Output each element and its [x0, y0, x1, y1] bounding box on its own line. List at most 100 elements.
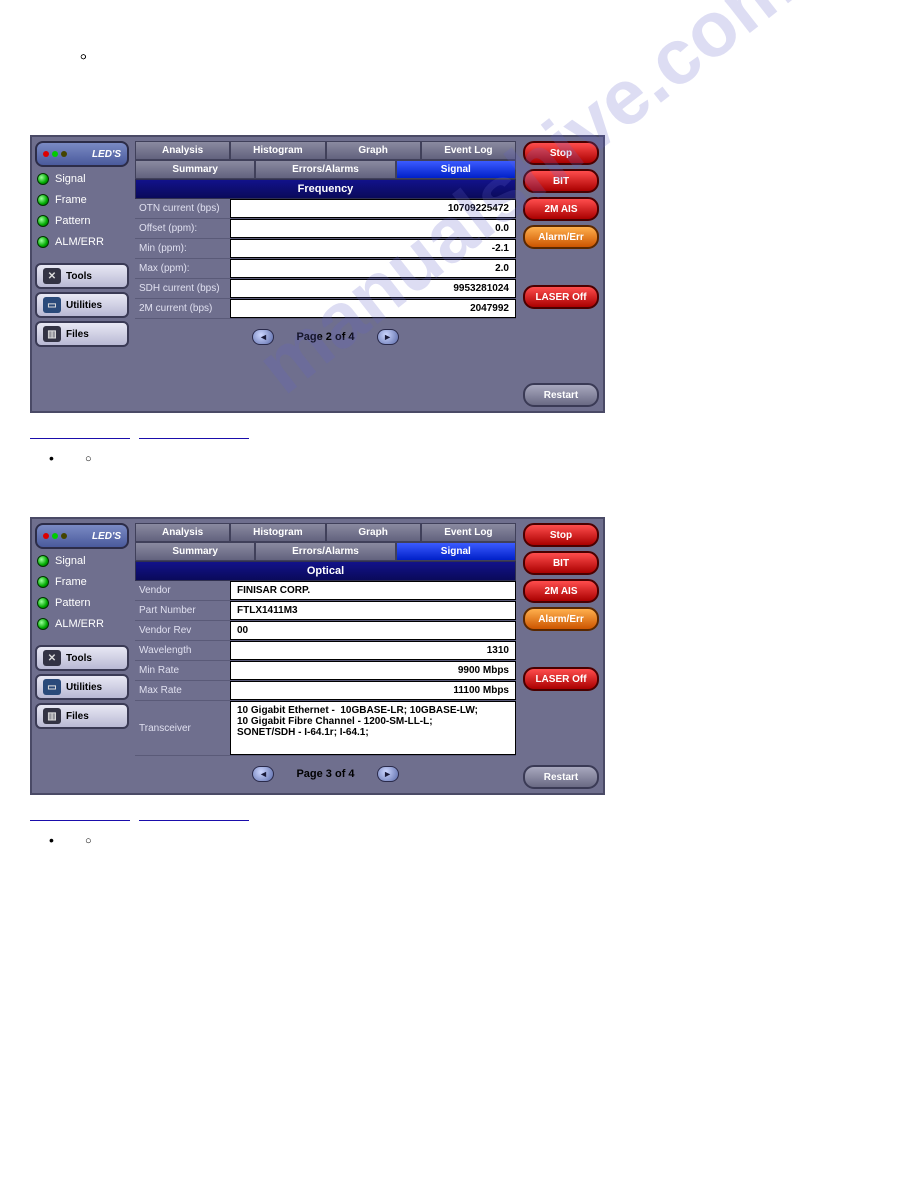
leds-button[interactable]: LED'S: [35, 523, 129, 549]
link-right[interactable]: [139, 438, 249, 439]
cell-label: Wavelength: [135, 641, 230, 660]
button-label: Utilities: [66, 682, 102, 693]
tab-summary[interactable]: Summary: [135, 542, 255, 561]
chevron-left-icon: ◄: [259, 332, 268, 342]
restart-button[interactable]: Restart: [523, 765, 599, 789]
cell-value: 9900 Mbps: [230, 661, 516, 680]
led-row-signal: Signal: [35, 170, 129, 188]
laser-off-button[interactable]: LASER Off: [523, 667, 599, 691]
2m-ais-button[interactable]: 2M AIS: [523, 579, 599, 603]
tabrow-sub: Summary Errors/Alarms Signal: [135, 160, 516, 179]
cell-value: -2.1: [230, 239, 516, 258]
cell-value: 00: [230, 621, 516, 640]
cell-label: OTN current (bps): [135, 199, 230, 218]
led-indicator-icon: [37, 173, 49, 185]
tabrow-top: Analysis Histogram Graph Event Log: [135, 523, 516, 542]
cell-label: SDH current (bps): [135, 279, 230, 298]
section-title-frequency: Frequency: [135, 179, 516, 199]
cell-label: Transceiver: [135, 701, 230, 755]
cell-label: Min (ppm):: [135, 239, 230, 258]
alarm-err-button[interactable]: Alarm/Err: [523, 607, 599, 631]
alarm-err-button[interactable]: Alarm/Err: [523, 225, 599, 249]
tab-errors-alarms[interactable]: Errors/Alarms: [255, 542, 395, 561]
table-row: Max Rate11100 Mbps: [135, 681, 516, 701]
led-row-almerr: ALM/ERR: [35, 233, 129, 251]
tab-analysis[interactable]: Analysis: [135, 523, 230, 542]
restart-button[interactable]: Restart: [523, 383, 599, 407]
files-button[interactable]: ▥ Files: [35, 321, 129, 347]
table-row: Min (ppm): -2.1: [135, 239, 516, 259]
pager-prev-button[interactable]: ◄: [252, 766, 274, 782]
tab-summary[interactable]: Summary: [135, 160, 255, 179]
link-left[interactable]: [30, 438, 130, 439]
table-row: Transceiver10 Gigabit Ethernet - 10GBASE…: [135, 701, 516, 756]
tab-signal[interactable]: Signal: [396, 160, 516, 179]
led-indicator-icon: [37, 576, 49, 588]
link-right[interactable]: [139, 820, 249, 821]
leds-dots-icon: [43, 151, 67, 157]
table-row: OTN current (bps) 10709225472: [135, 199, 516, 219]
table-row: Vendor Rev00: [135, 621, 516, 641]
table-row: Wavelength1310: [135, 641, 516, 661]
tab-histogram[interactable]: Histogram: [230, 523, 325, 542]
stop-button[interactable]: Stop: [523, 523, 599, 547]
led-indicator-icon: [37, 236, 49, 248]
button-label: Utilities: [66, 300, 102, 311]
led-text: ALM/ERR: [55, 618, 104, 630]
laser-off-button[interactable]: LASER Off: [523, 285, 599, 309]
cell-value: FINISAR CORP.: [230, 581, 516, 600]
cell-label: Max Rate: [135, 681, 230, 700]
stop-button[interactable]: Stop: [523, 141, 599, 165]
led-indicator-icon: [37, 618, 49, 630]
bit-button[interactable]: BIT: [523, 551, 599, 575]
led-indicator-icon: [37, 555, 49, 567]
cell-label: Max (ppm):: [135, 259, 230, 278]
led-indicator-icon: [37, 215, 49, 227]
button-label: Files: [66, 711, 89, 722]
tab-errors-alarms[interactable]: Errors/Alarms: [255, 160, 395, 179]
files-button[interactable]: ▥Files: [35, 703, 129, 729]
link-row-2: [30, 810, 918, 824]
table-row: Min Rate9900 Mbps: [135, 661, 516, 681]
frequency-table: OTN current (bps) 10709225472 Offset (pp…: [135, 199, 516, 319]
chevron-right-icon: ►: [383, 769, 392, 779]
pager-next-button[interactable]: ►: [377, 329, 399, 345]
pager: ◄ Page 3 of 4 ►: [135, 756, 516, 788]
tab-histogram[interactable]: Histogram: [230, 141, 325, 160]
center-pane: Analysis Histogram Graph Event Log Summa…: [132, 137, 519, 411]
link-left[interactable]: [30, 820, 130, 821]
pager-label: Page 2 of 4: [296, 331, 354, 343]
2m-ais-button[interactable]: 2M AIS: [523, 197, 599, 221]
table-row: Offset (ppm): 0.0: [135, 219, 516, 239]
device-panel-optical: LED'S Signal Frame Pattern ALM/ERR ✕Tool…: [30, 517, 605, 795]
leds-label: LED'S: [92, 531, 121, 542]
bit-button[interactable]: BIT: [523, 169, 599, 193]
pager-next-button[interactable]: ►: [377, 766, 399, 782]
led-row-signal: Signal: [35, 552, 129, 570]
cell-label: Offset (ppm):: [135, 219, 230, 238]
tab-signal[interactable]: Signal: [396, 542, 516, 561]
tabrow-sub: Summary Errors/Alarms Signal: [135, 542, 516, 561]
button-label: Tools: [66, 653, 92, 664]
pager: ◄ Page 2 of 4 ►: [135, 319, 516, 351]
utilities-button[interactable]: ▭ Utilities: [35, 674, 129, 700]
tab-analysis[interactable]: Analysis: [135, 141, 230, 160]
tab-graph[interactable]: Graph: [326, 523, 421, 542]
cell-value: 1310: [230, 641, 516, 660]
tab-eventlog[interactable]: Event Log: [421, 523, 516, 542]
tools-button[interactable]: ✕ Tools: [35, 263, 129, 289]
pager-prev-button[interactable]: ◄: [252, 329, 274, 345]
led-row-frame: Frame: [35, 191, 129, 209]
led-text: Signal: [55, 555, 86, 567]
led-row-pattern: Pattern: [35, 594, 129, 612]
device-panel-frequency: LED'S Signal Frame Pattern ALM/ERR ✕ Too…: [30, 135, 605, 413]
utilities-icon: ▭: [43, 679, 61, 695]
tab-graph[interactable]: Graph: [326, 141, 421, 160]
tab-eventlog[interactable]: Event Log: [421, 141, 516, 160]
utilities-button[interactable]: ▭ Utilities: [35, 292, 129, 318]
leds-button[interactable]: LED'S: [35, 141, 129, 167]
tools-button[interactable]: ✕Tools: [35, 645, 129, 671]
cell-label: Vendor: [135, 581, 230, 600]
optical-table: VendorFINISAR CORP. Part NumberFTLX1411M…: [135, 581, 516, 756]
cell-label: 2M current (bps): [135, 299, 230, 318]
